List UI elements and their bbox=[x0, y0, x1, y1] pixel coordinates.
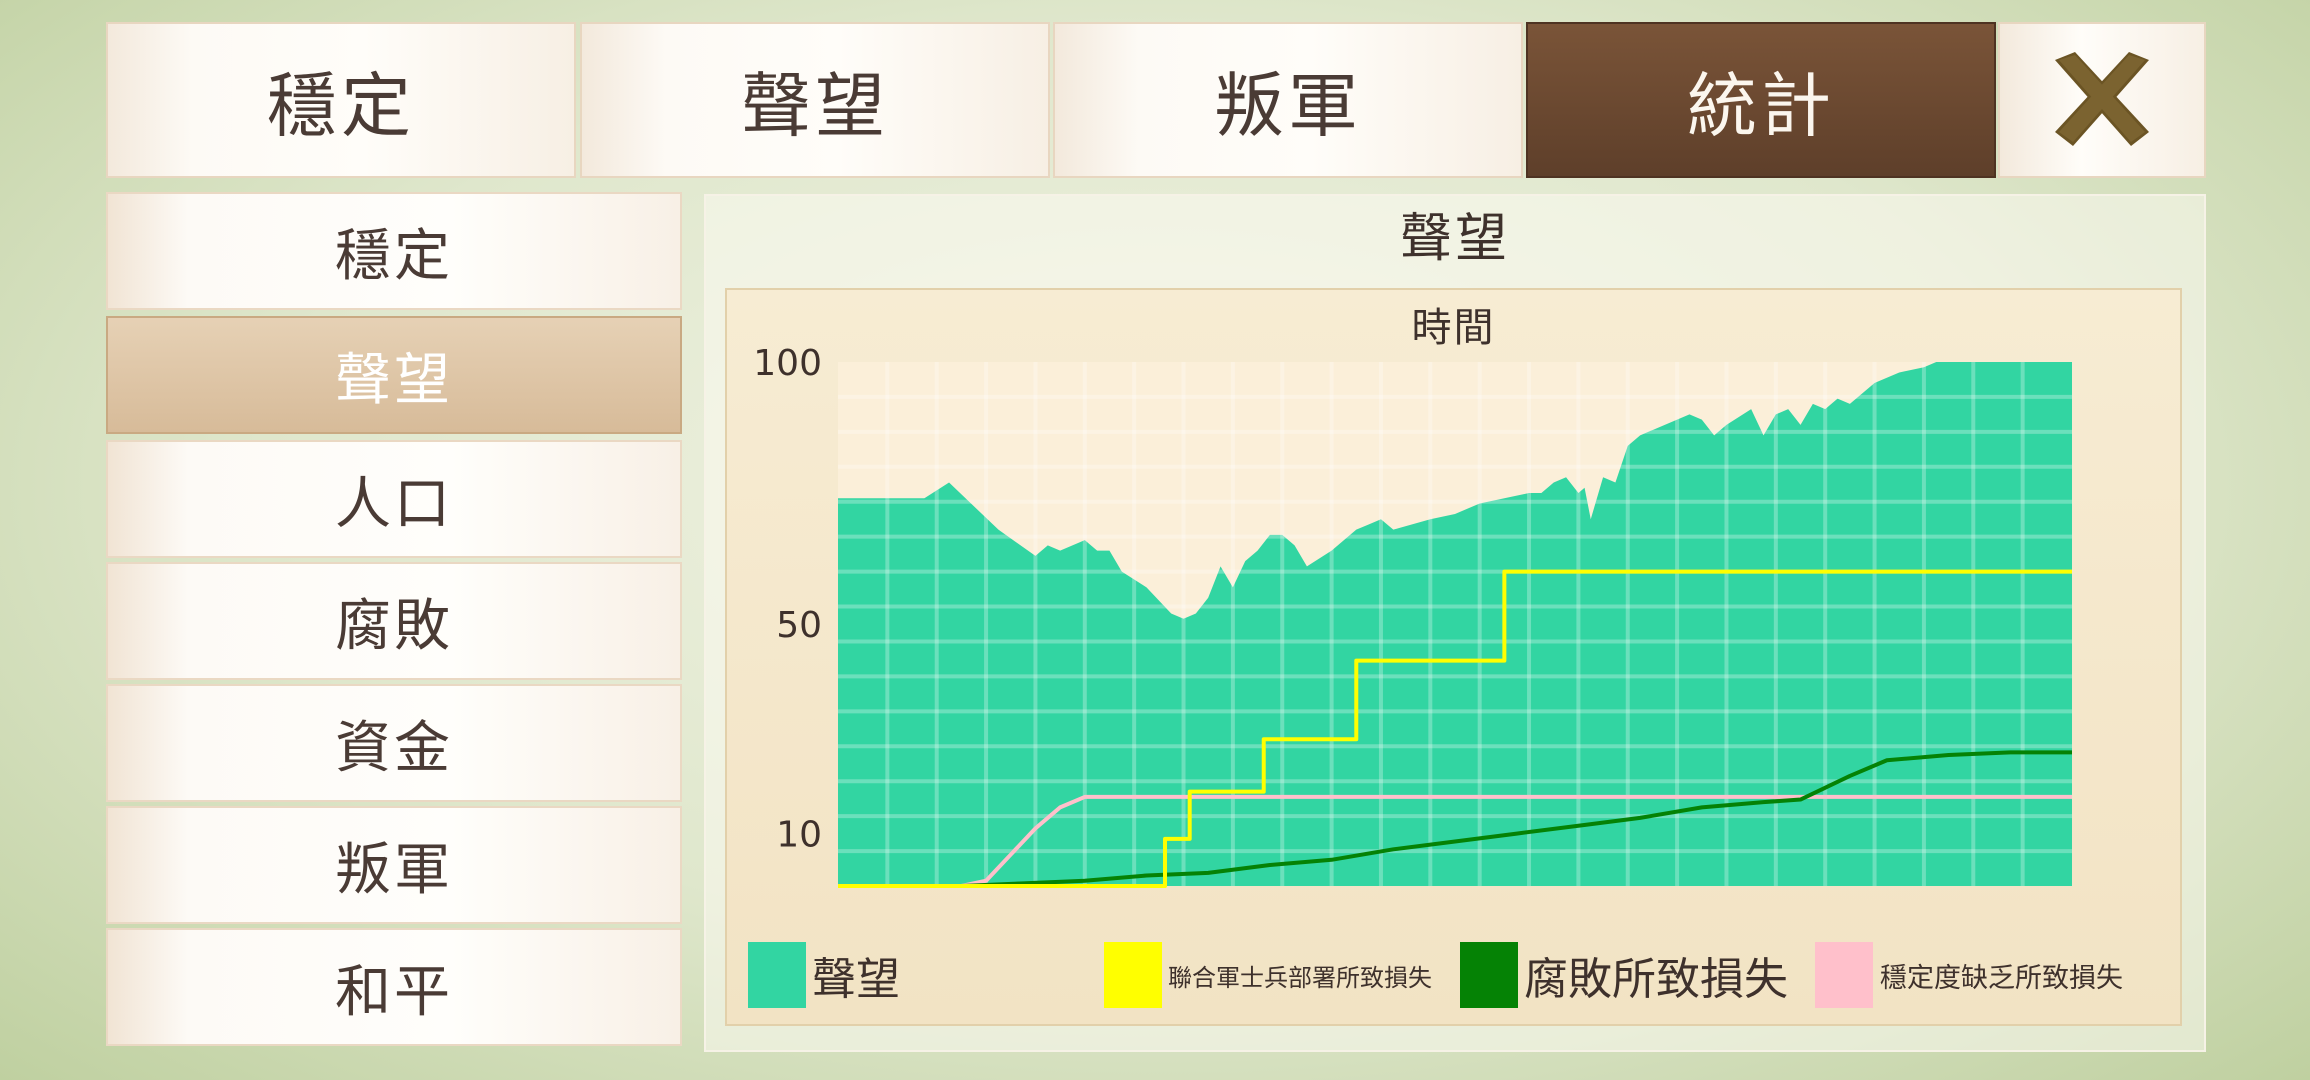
legend-swatch-reputation bbox=[748, 942, 806, 1008]
legend-label-army-loss: 聯合軍士兵部署所致損失 bbox=[1168, 963, 1432, 992]
reputation-chart: 100 50 10 bbox=[753, 343, 2072, 888]
legend-swatch-corruption-loss bbox=[1460, 942, 1518, 1008]
legend-label-reputation: 聲望 bbox=[812, 954, 900, 1005]
legend-swatch-army-loss bbox=[1104, 942, 1162, 1008]
legend-swatch-stability-loss bbox=[1815, 942, 1873, 1008]
legend-label-corruption-loss: 腐敗所致損失 bbox=[1524, 954, 1788, 1005]
y-tick-label: 100 bbox=[753, 343, 822, 384]
y-tick-label: 50 bbox=[776, 605, 822, 646]
y-tick-label: 10 bbox=[776, 815, 822, 856]
legend-label-stability-loss: 穩定度缺乏所致損失 bbox=[1880, 962, 2123, 994]
